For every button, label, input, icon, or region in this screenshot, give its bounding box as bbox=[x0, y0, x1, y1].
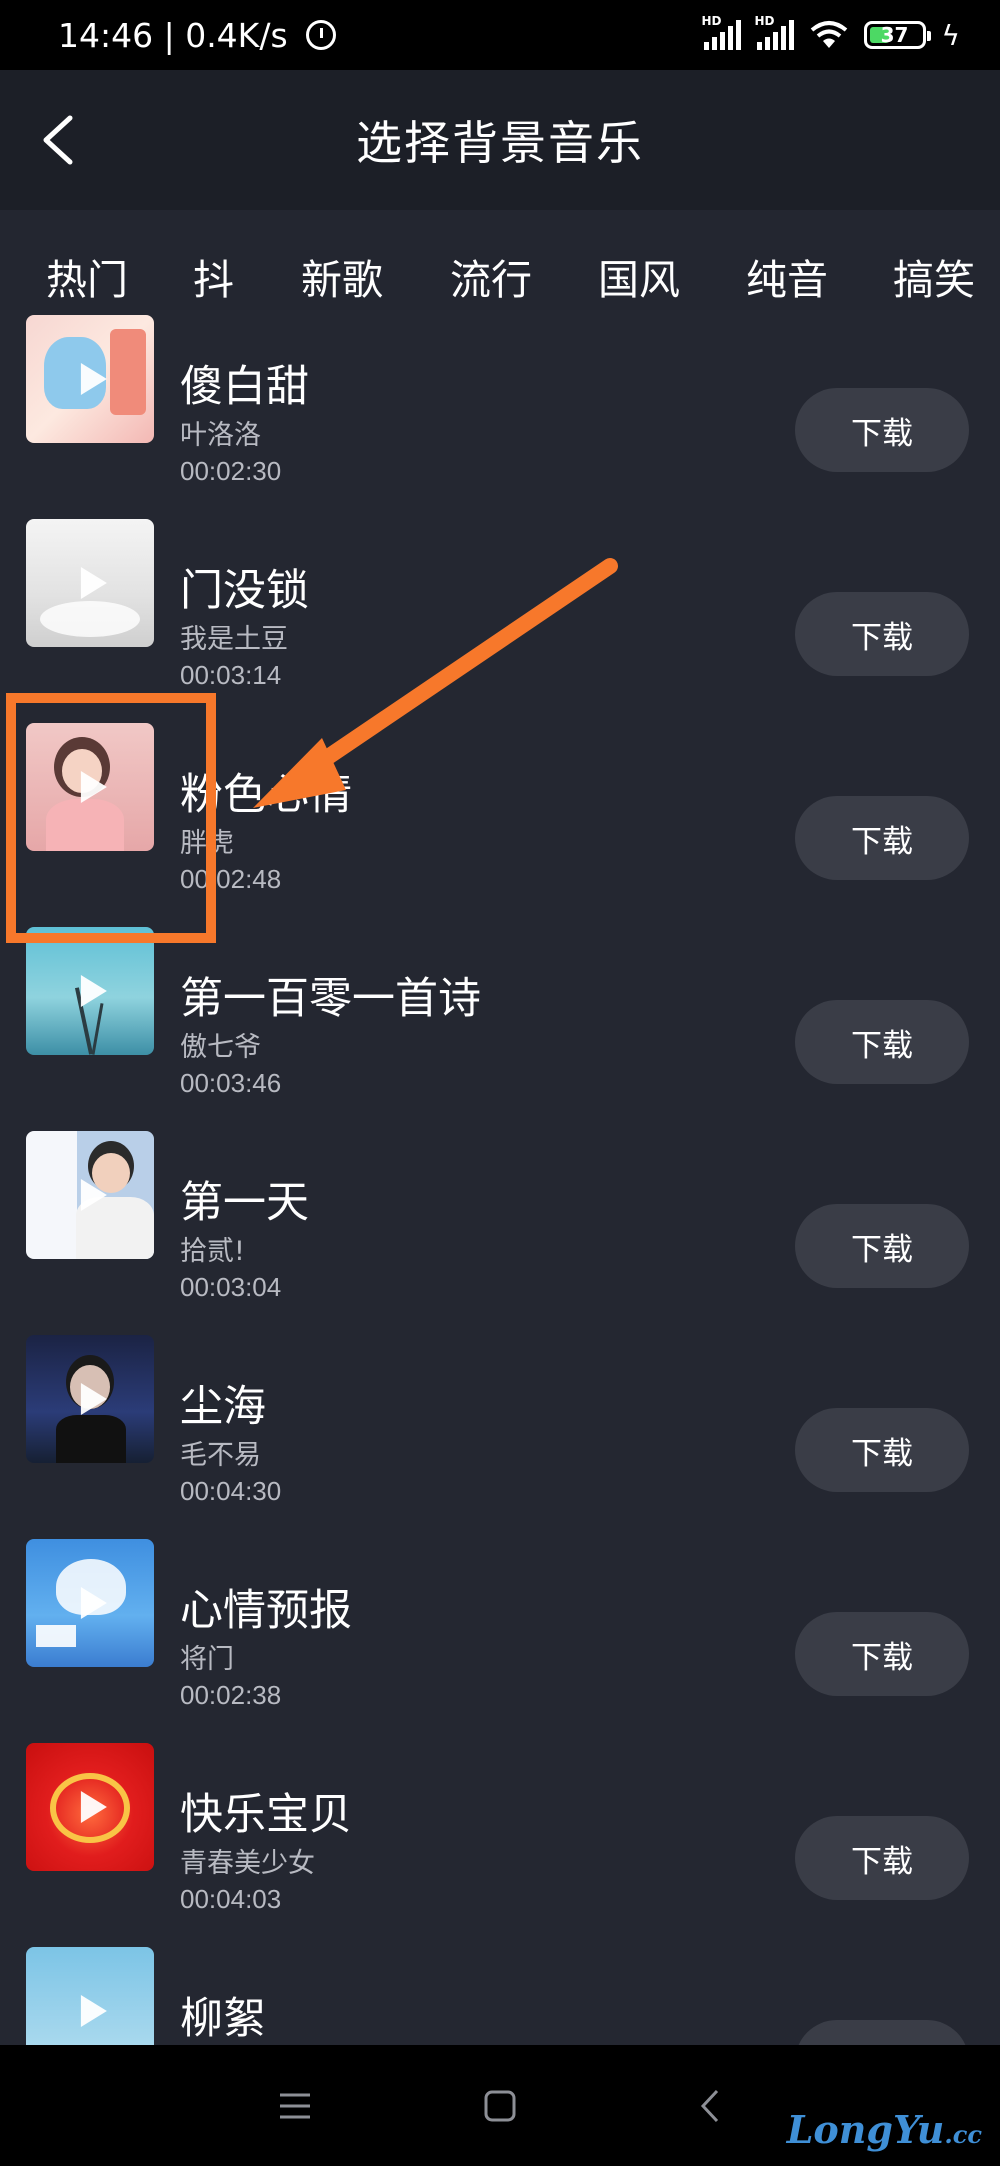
home-icon[interactable] bbox=[475, 2081, 525, 2131]
album-cover[interactable] bbox=[26, 315, 154, 443]
tab-funny[interactable]: 搞笑 bbox=[893, 246, 975, 306]
signal-icon: HD bbox=[702, 14, 741, 50]
song-title: 第一百零一首诗 bbox=[180, 974, 481, 1024]
song-title: 尘海 bbox=[180, 1382, 266, 1432]
list-item[interactable]: 傻白甜 叶洛洛 00:02:30 下载 bbox=[0, 310, 1000, 514]
download-button[interactable]: 下载 bbox=[795, 1612, 969, 1696]
play-icon bbox=[80, 975, 107, 1007]
signal-icon: HD bbox=[755, 14, 794, 50]
list-item[interactable]: 心情预报 将门 00:02:38 下载 bbox=[0, 1534, 1000, 1738]
download-button[interactable]: 下载 bbox=[795, 1204, 969, 1288]
album-cover[interactable] bbox=[26, 1947, 154, 2045]
play-icon bbox=[80, 1383, 107, 1415]
list-item[interactable]: 第一天 拾贰! 00:03:04 下载 bbox=[0, 1126, 1000, 1330]
song-duration: 00:04:03 bbox=[180, 1884, 282, 1914]
charging-icon: ϟ bbox=[941, 18, 960, 52]
album-cover[interactable] bbox=[26, 927, 154, 1055]
tab-guofeng[interactable]: 国风 bbox=[598, 246, 680, 306]
song-title: 心情预报 bbox=[180, 1586, 352, 1636]
song-title: 快乐宝贝 bbox=[180, 1790, 352, 1840]
song-title: 傻白甜 bbox=[180, 362, 309, 412]
play-icon bbox=[80, 567, 107, 599]
download-button[interactable]: 下载 bbox=[795, 1408, 969, 1492]
song-artist: 叶洛洛 bbox=[180, 420, 261, 451]
song-duration: 00:02:30 bbox=[180, 456, 282, 486]
album-cover[interactable] bbox=[26, 1539, 154, 1667]
status-right: HD HD 37 ϟ bbox=[702, 14, 960, 52]
download-button[interactable]: 下载 bbox=[795, 592, 969, 676]
download-button[interactable]: 下载 bbox=[795, 1000, 969, 1084]
song-duration: 00:04:30 bbox=[180, 1476, 282, 1506]
song-duration: 00:02:38 bbox=[180, 1680, 282, 1710]
annotation-highlight-box bbox=[6, 693, 216, 943]
song-duration: 00:03:46 bbox=[180, 1068, 282, 1098]
menu-icon[interactable] bbox=[270, 2081, 320, 2131]
wifi-icon bbox=[810, 20, 848, 50]
song-artist: 傲七爷 bbox=[180, 1032, 261, 1063]
header: 选择背景音乐 bbox=[0, 70, 1000, 210]
play-icon bbox=[80, 1791, 107, 1823]
list-item[interactable]: 第一百零一首诗 傲七爷 00:03:46 下载 bbox=[0, 922, 1000, 1126]
page-title: 选择背景音乐 bbox=[356, 116, 644, 170]
song-list[interactable]: 傻白甜 叶洛洛 00:02:30 下载 门没锁 我是土豆 00:03:14 下载… bbox=[0, 310, 1000, 2045]
back-nav-icon[interactable] bbox=[686, 2081, 736, 2131]
song-artist: 我是土豆 bbox=[180, 624, 288, 655]
song-duration: 00:03:14 bbox=[180, 660, 282, 690]
watermark-logo: LongYu.cc bbox=[786, 2107, 982, 2152]
song-artist: 毛不易 bbox=[180, 1440, 261, 1471]
status-left: 14:46 | 0.4K/s bbox=[58, 16, 336, 55]
play-icon bbox=[80, 363, 107, 395]
song-artist: 青春美少女 bbox=[180, 1848, 315, 1879]
song-title: 第一天 bbox=[180, 1178, 309, 1228]
album-cover[interactable] bbox=[26, 519, 154, 647]
tab-hot[interactable]: 热门 bbox=[46, 246, 128, 306]
download-button[interactable]: 下载 bbox=[795, 796, 969, 880]
song-artist: 将门 bbox=[180, 1644, 234, 1675]
download-button[interactable]: 下载 bbox=[795, 1816, 969, 1900]
play-icon bbox=[80, 1995, 107, 2027]
song-title: 门没锁 bbox=[180, 566, 309, 616]
tab-pop[interactable]: 流行 bbox=[450, 246, 532, 306]
song-duration: 00:03:04 bbox=[180, 1272, 282, 1302]
play-icon bbox=[80, 1587, 107, 1619]
alarm-icon bbox=[305, 20, 336, 50]
list-item[interactable]: 柳絮 下载 bbox=[0, 1942, 1000, 2045]
tab-new-songs[interactable]: 新歌 bbox=[301, 246, 383, 306]
album-cover[interactable] bbox=[26, 1131, 154, 1259]
list-item[interactable]: 门没锁 我是土豆 00:03:14 下载 bbox=[0, 514, 1000, 718]
time-speed: 14:46 | 0.4K/s bbox=[58, 15, 288, 55]
list-item[interactable]: 尘海 毛不易 00:04:30 下载 bbox=[0, 1330, 1000, 1534]
play-icon bbox=[80, 1179, 107, 1211]
tab-dou[interactable]: 抖 bbox=[193, 246, 234, 306]
back-button[interactable] bbox=[32, 112, 88, 168]
list-item[interactable]: 快乐宝贝 青春美少女 00:04:03 下载 bbox=[0, 1738, 1000, 1942]
album-cover[interactable] bbox=[26, 1335, 154, 1463]
download-button[interactable]: 下载 bbox=[795, 388, 969, 472]
status-bar: 14:46 | 0.4K/s HD HD 37 ϟ bbox=[0, 0, 1000, 70]
download-button[interactable]: 下载 bbox=[795, 2020, 969, 2045]
battery-icon: 37 bbox=[863, 21, 931, 49]
tab-instrumental[interactable]: 纯音 bbox=[746, 246, 828, 306]
song-title: 柳絮 bbox=[180, 1994, 266, 2044]
song-artist: 拾贰! bbox=[180, 1236, 245, 1267]
album-cover[interactable] bbox=[26, 1743, 154, 1871]
system-nav-bar: LongYu.cc bbox=[0, 2045, 1000, 2166]
